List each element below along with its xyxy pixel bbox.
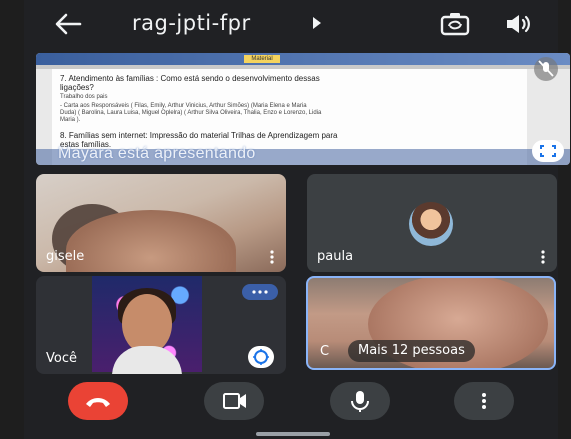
video-feed [122,294,172,354]
doc-line: - Carta aos Responsáveis ( Filas, Emily,… [60,103,307,109]
doc-line: 8. Famílias sem internet: Impressão do m… [60,131,338,140]
participant-name: Você [46,351,77,366]
phone-hangup-icon [86,398,110,407]
participant-tile-paula[interactable]: paula [307,174,557,272]
more-options-button[interactable] [454,382,514,420]
more-people-label[interactable]: Mais 12 pessoas [348,340,475,362]
more-vertical-icon[interactable] [270,250,274,264]
avatar [409,202,453,246]
participant-name: gisele [46,249,85,264]
doc-line: 7. Atendimento às famílias : Como está s… [60,74,320,83]
speaker-icon[interactable] [504,12,534,36]
doc-line: Duda) ( Barolina, Laura Luisa, Miguel Op… [60,110,322,116]
document-toolbar: Material [36,53,570,65]
participant-name: paula [317,249,354,264]
microphone-icon [351,391,369,412]
home-indicator[interactable] [256,432,330,436]
top-bar: rag-jpti-fpr [24,0,558,48]
participant-tile-gisele[interactable]: gisele [36,174,286,272]
participant-initial: C [320,344,330,359]
video-camera-icon [223,393,246,409]
end-call-button[interactable] [68,382,128,420]
presentation-tile[interactable]: Material 7. Atendimento às famílias : Co… [36,53,570,165]
video-feed [112,346,182,374]
more-vertical-icon [482,393,486,409]
camera-switch-icon[interactable] [440,11,470,37]
triangle-right-icon[interactable] [313,17,321,29]
video-toggle-button[interactable] [204,382,264,420]
doc-line: ligações? [60,83,94,92]
effects-icon[interactable] [248,346,274,368]
arrow-left-icon[interactable] [54,12,82,36]
document-tab: Material [244,55,280,63]
call-controls [24,378,558,428]
meet-screen: rag-jpti-fpr Material 7. Atendimento às … [24,0,570,439]
more-vertical-icon[interactable] [541,250,545,264]
meeting-code[interactable]: rag-jpti-fpr [132,11,251,35]
mic-off-icon [534,57,558,81]
doc-line: Trabalho dos pais [60,94,108,100]
audio-level-icon [242,284,278,300]
presenting-label: Mayara está apresentando [58,145,256,162]
fullscreen-icon[interactable] [532,140,564,162]
doc-line: Maria ). [60,117,81,123]
participant-tile-self[interactable]: Você [36,276,286,374]
participant-tile-group[interactable]: C Mais 12 pessoas [306,276,556,370]
mic-toggle-button[interactable] [330,382,390,420]
self-video-feed [92,276,202,374]
